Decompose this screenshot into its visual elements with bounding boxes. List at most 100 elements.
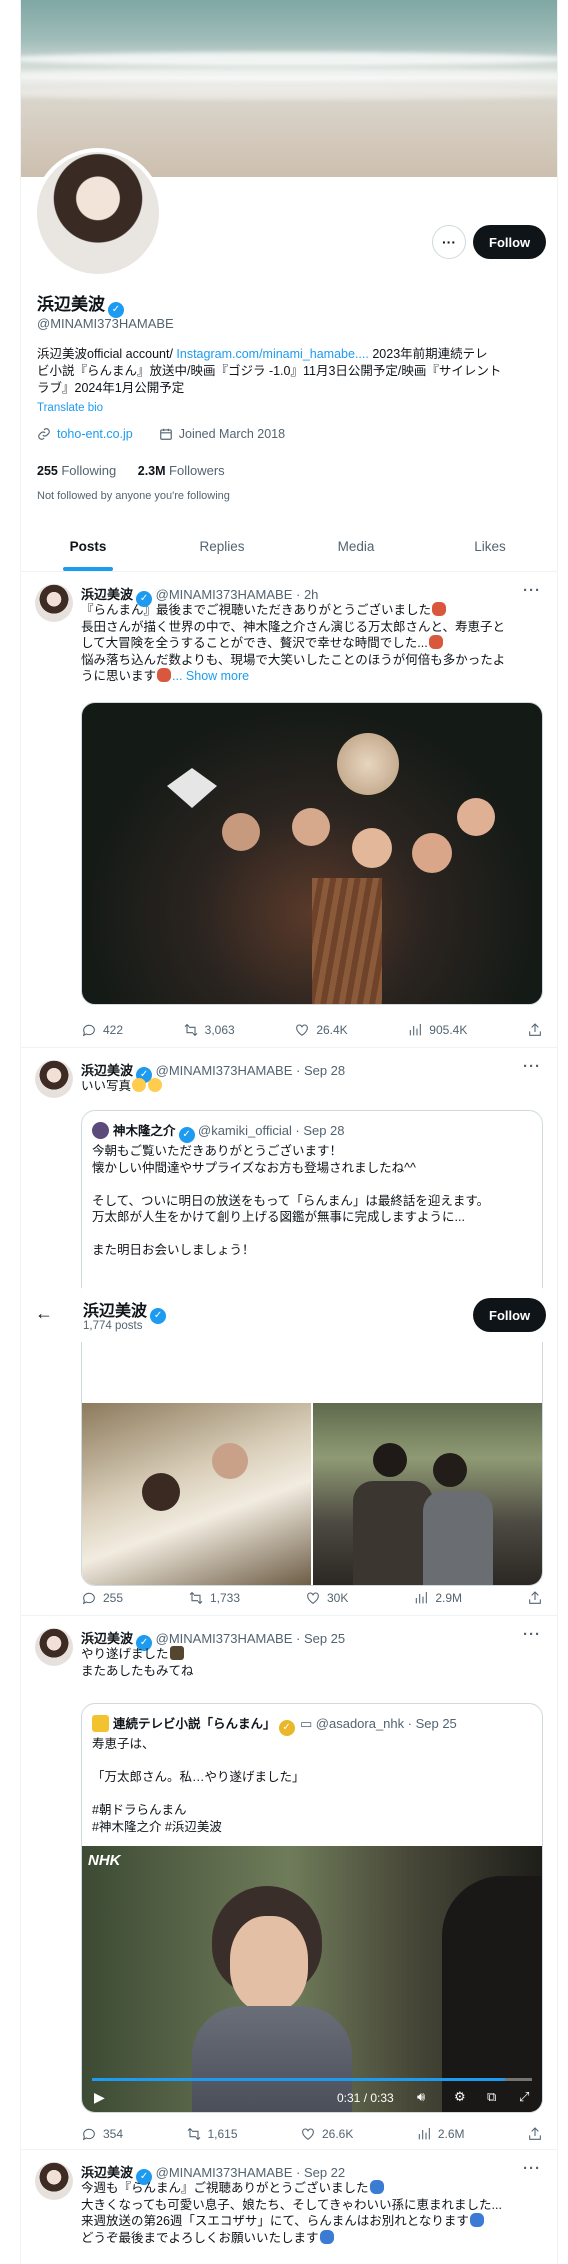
tweet-avatar[interactable]	[35, 1060, 73, 1098]
share-button[interactable]	[527, 1022, 543, 1038]
joined-date: Joined March 2018	[178, 427, 286, 441]
tweet[interactable]: 浜辺美波 ✓ @MINAMI373HAMABE · Sep 25 ··· やり遂げ…	[21, 1616, 557, 2150]
views-button[interactable]: 2.6M	[416, 2126, 465, 2142]
tweet-actions: 422 3,063 26.4K 905.4K	[81, 1020, 543, 1040]
tab-posts[interactable]: Posts	[21, 522, 155, 571]
fullscreen-icon[interactable]: ⤢	[519, 2089, 529, 2105]
quoted-tweet[interactable]: 神木隆之介 ✓ @kamiki_official · Sep 28 今朝もご覧いた…	[81, 1110, 543, 1586]
tweet-time[interactable]: · 2h	[296, 587, 318, 602]
tweet-author-handle[interactable]: @MINAMI373HAMABE	[156, 2165, 293, 2180]
tweet-avatar[interactable]	[35, 584, 73, 622]
quote-line: #神木隆之介 #浜辺美波	[92, 1819, 222, 1834]
quote-photo-left[interactable]	[82, 1403, 311, 1585]
quote-blank-line	[92, 1176, 532, 1193]
translate-bio-link[interactable]: Translate bio	[37, 402, 103, 414]
tweet-line: 『らんまん』最後までご視聴いただきありがとうございました	[81, 603, 432, 617]
reply-button[interactable]: 354	[81, 2126, 123, 2142]
repost-button[interactable]: 3,063	[183, 1022, 235, 1038]
quote-blank-line	[92, 1226, 532, 1243]
volume-icon[interactable]: 🔊︎	[417, 2089, 425, 2105]
following-link[interactable]: 255 Following	[37, 463, 116, 478]
like-button[interactable]: 26.6K	[300, 2126, 353, 2142]
tweet-author-handle[interactable]: @MINAMI373HAMABE	[156, 1063, 293, 1078]
pip-icon[interactable]: ⧉	[487, 2089, 496, 2105]
reply-button[interactable]: 255	[81, 1590, 123, 1606]
share-button[interactable]	[527, 2126, 543, 2142]
tweet-avatar[interactable]	[35, 2162, 73, 2200]
tweet-line: うに思います	[81, 669, 157, 683]
followers-link[interactable]: 2.3M Followers	[138, 463, 225, 478]
tab-media[interactable]: Media	[289, 522, 423, 571]
tweet-line: 来週放送の第26週「スエコザサ」にて、らんまんはお別れとなります	[81, 2214, 469, 2228]
video-progress-track[interactable]	[92, 2078, 532, 2081]
photo-face	[292, 808, 330, 846]
quote-author-handle: @asadora_nhk	[315, 1716, 405, 1731]
quote-line: 懐かしい仲間達やサプライズなお方も登場されましたね^^	[92, 1160, 416, 1175]
tweet-author-name[interactable]: 浜辺美波	[81, 587, 133, 602]
quoted-tweet[interactable]: 連続テレビ小説「らんまん」 ✓ ▭ @asadora_nhk · Sep 25 寿…	[81, 1703, 543, 2113]
tweet-author-handle[interactable]: @MINAMI373HAMABE	[156, 1631, 293, 1646]
tweet[interactable]: 浜辺美波 ✓ @MINAMI373HAMABE · 2h ··· 『らんまん』最後…	[21, 572, 557, 1048]
tab-replies[interactable]: Replies	[155, 522, 289, 571]
repost-button[interactable]: 1,615	[186, 2126, 238, 2142]
tweet-photo[interactable]	[81, 702, 543, 1005]
tweet-line: 今週も『らんまん』ご視聴ありがとうございました	[81, 2181, 369, 2195]
tweet-avatar[interactable]	[35, 1628, 73, 1666]
calendar-icon	[159, 428, 172, 440]
tweet-line: やり遂げました	[81, 1647, 169, 1661]
views-count: 905.4K	[429, 1023, 468, 1037]
tweet-author-name[interactable]: 浜辺美波	[81, 1063, 133, 1078]
not-followed-notice: Not followed by anyone you're following	[37, 490, 230, 502]
verified-badge-icon: ✓	[178, 1127, 195, 1143]
tweet-author-name[interactable]: 浜辺美波	[81, 2165, 133, 2180]
photo-lantern	[337, 733, 399, 795]
share-button[interactable]	[527, 1590, 543, 1606]
profile-avatar[interactable]	[33, 148, 163, 278]
quote-video[interactable]: NHK ▶ 0:31 / 0:33 🔊︎ ⚙ ⧉ ⤢	[82, 1846, 542, 2112]
tweet-more-icon[interactable]: ···	[523, 582, 541, 599]
tweet-time[interactable]: · Sep 25	[296, 1631, 345, 1646]
tweet-text: いい写真	[81, 1078, 543, 1095]
reply-button[interactable]: 422	[81, 1022, 123, 1038]
quote-line: また明日お会いしましょう！	[92, 1243, 255, 1257]
tweet-time[interactable]: · Sep 28	[296, 1063, 345, 1078]
repost-icon	[184, 1023, 198, 1037]
arrow-left-icon[interactable]: ←	[35, 1303, 53, 1324]
like-count: 30K	[327, 1591, 349, 1605]
tweet-line: 長田さんが描く世界の中で、神木隆之介さん演じる万太郎さんと、寿恵子と	[81, 619, 506, 634]
speaking-emoji-icon	[369, 2180, 384, 2194]
follow-button[interactable]: Follow	[473, 225, 547, 259]
views-button[interactable]: 905.4K	[407, 1022, 467, 1038]
smile-emoji-icon	[132, 1078, 147, 1092]
views-count: 2.9M	[435, 1591, 463, 1605]
like-button[interactable]: 30K	[305, 1590, 348, 1606]
repost-count: 1,733	[210, 1591, 241, 1605]
tweet-more-icon[interactable]: ···	[523, 1626, 541, 1643]
settings-icon[interactable]: ⚙	[454, 2089, 466, 2105]
tweet-more-icon[interactable]: ···	[523, 1058, 541, 1075]
like-button[interactable]: 26.4K	[294, 1022, 348, 1038]
views-button[interactable]: 2.9M	[413, 1590, 462, 1606]
bio-instagram-link[interactable]: Instagram.com/minami_hamabe....	[176, 347, 368, 361]
photo-face	[412, 833, 452, 873]
profile-more-button[interactable]: ···	[432, 225, 466, 259]
tweet-line: どうぞ最後までよろしくお願いいたします	[81, 2230, 319, 2245]
tweet-more-icon[interactable]: ···	[523, 2160, 541, 2177]
reply-count: 255	[103, 1591, 124, 1605]
affiliate-icon: ▭	[300, 1716, 313, 1731]
tweet-time[interactable]: · Sep 22	[296, 2165, 345, 2180]
play-icon[interactable]: ▶	[94, 2089, 105, 2106]
tweet[interactable]: 浜辺美波 ✓ @MINAMI373HAMABE · Sep 22 ··· 今週も『…	[21, 2150, 557, 2264]
tab-likes[interactable]: Likes	[423, 522, 557, 571]
sticky-follow-button[interactable]: Follow	[473, 1298, 547, 1332]
banner-wave	[21, 68, 557, 82]
quote-photo-right[interactable]	[313, 1403, 542, 1585]
tweet-author-name[interactable]: 浜辺美波	[81, 1631, 133, 1646]
repost-button[interactable]: 1,733	[188, 1590, 240, 1606]
website-link[interactable]: toho-ent.co.jp	[57, 427, 133, 441]
show-more-link[interactable]: ... Show more	[172, 669, 249, 683]
nhk-logo: NHK	[88, 1852, 121, 1869]
video-time: 0:31 / 0:33	[337, 2091, 394, 2105]
tweet-text: やり遂げました またあしたもみてね	[81, 1646, 543, 1679]
tweet-author-handle[interactable]: @MINAMI373HAMABE	[156, 587, 293, 602]
